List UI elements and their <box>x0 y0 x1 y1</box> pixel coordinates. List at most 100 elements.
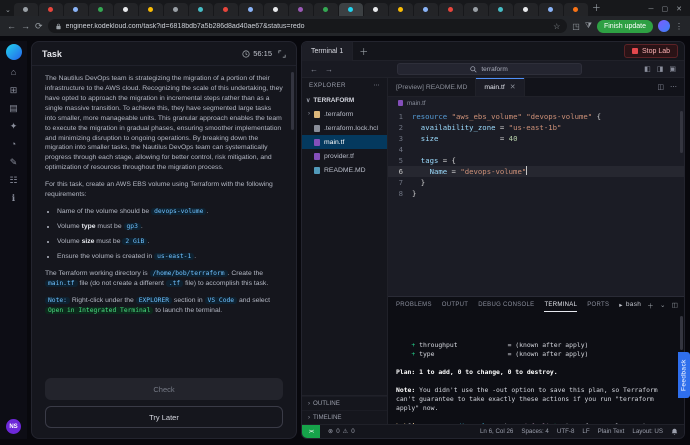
close-icon[interactable]: ✕ <box>676 5 682 13</box>
check-button[interactable]: Check <box>45 378 283 400</box>
browser-tab[interactable] <box>414 3 438 16</box>
notifications-bell-icon[interactable] <box>671 428 678 435</box>
kill-terminal-icon[interactable]: ⊘ <box>684 301 685 309</box>
browser-tab[interactable] <box>39 3 63 16</box>
extension-icon[interactable]: ◳ <box>572 22 580 31</box>
explorer-file[interactable]: .terraform.lock.hcl <box>302 121 387 135</box>
status-item[interactable]: UTF-8 <box>557 428 575 435</box>
sidebar-apps-icon[interactable]: ⊞ <box>10 86 18 95</box>
panel-tab-terminal[interactable]: TERMINAL <box>544 297 577 312</box>
browser-tab[interactable] <box>314 3 338 16</box>
status-item[interactable]: Layout: US <box>632 428 663 435</box>
browser-tab[interactable] <box>139 3 163 16</box>
terminal-scrollbar[interactable] <box>680 316 683 350</box>
split-editor-icon[interactable]: ◫ <box>657 83 664 91</box>
browser-tab[interactable] <box>514 3 538 16</box>
new-terminal-icon[interactable]: ＋ <box>647 300 654 310</box>
breadcrumb[interactable]: main.tf <box>388 97 684 109</box>
sidebar-edit-icon[interactable]: ✎ <box>10 158 18 167</box>
profile-avatar[interactable] <box>658 20 670 32</box>
explorer-section-outline[interactable]: ›OUTLINE <box>302 396 387 410</box>
browser-tab[interactable] <box>114 3 138 16</box>
terminal-dropdown-icon[interactable]: ⌄ <box>660 301 666 309</box>
bookmark-star-icon[interactable]: ☆ <box>553 22 560 31</box>
browser-tab[interactable] <box>564 3 588 16</box>
panel-tab-ports[interactable]: PORTS <box>587 297 609 312</box>
sidebar-info-icon[interactable]: ℹ <box>12 194 15 203</box>
editor-more-icon[interactable]: ⋯ <box>670 83 677 91</box>
forward-icon[interactable]: → <box>21 22 30 31</box>
explorer-file[interactable]: provider.tf <box>302 149 387 163</box>
editor-tab[interactable]: [Preview] README.MD <box>388 78 476 96</box>
browser-tab[interactable] <box>239 3 263 16</box>
back-icon[interactable]: ← <box>7 22 16 31</box>
task-scrollbar[interactable] <box>291 72 294 130</box>
lab-terminal-tab[interactable]: Terminal 1 <box>302 42 353 61</box>
feedback-tab[interactable]: Feedback <box>678 352 690 398</box>
explorer-file[interactable]: README.MD <box>302 163 387 177</box>
kodekloud-logo[interactable] <box>6 44 22 60</box>
new-terminal-tab-button[interactable]: ＋ <box>359 45 368 58</box>
browser-tab[interactable] <box>89 3 113 16</box>
explorer-file[interactable]: ›.terraform <box>302 107 387 121</box>
user-avatar[interactable]: NS <box>6 419 21 434</box>
editor-back-icon[interactable]: ← <box>310 65 318 74</box>
sidebar-modules-icon[interactable]: ☷ <box>9 176 17 185</box>
explorer-file[interactable]: main.tf <box>302 135 387 149</box>
browser-tab[interactable] <box>264 3 288 16</box>
browser-tab[interactable] <box>439 3 463 16</box>
browser-tab[interactable] <box>164 3 188 16</box>
shell-indicator[interactable]: ▸ bash <box>619 301 641 309</box>
browser-tab[interactable] <box>14 3 38 16</box>
terminal-output[interactable]: + throughput = (known after apply) + typ… <box>388 312 684 424</box>
command-center-search[interactable]: terraform <box>397 63 582 75</box>
browser-tab[interactable] <box>364 3 388 16</box>
status-item[interactable]: Plain Text <box>598 428 625 435</box>
finish-update-button[interactable]: Finish update <box>597 20 653 33</box>
panel-tab-debug-console[interactable]: DEBUG CONSOLE <box>478 297 534 312</box>
reload-icon[interactable]: ⟳ <box>35 22 43 31</box>
panel-tab-problems[interactable]: PROBLEMS <box>396 297 432 312</box>
minimize-icon[interactable]: ─ <box>649 6 654 13</box>
extensions-puzzle-icon[interactable]: ⧩ <box>585 21 592 31</box>
explorer-section-timeline[interactable]: ›TIMELINE <box>302 410 387 424</box>
explorer-section-terraform[interactable]: ∨ TERRAFORM <box>302 93 387 107</box>
sidebar-clock-icon[interactable]: ◔ <box>11 140 16 149</box>
sidebar-star-icon[interactable]: ✦ <box>10 122 18 131</box>
browser-tab[interactable] <box>189 3 213 16</box>
expand-icon[interactable] <box>278 50 286 58</box>
explorer-more-icon[interactable]: ⋯ <box>373 82 380 89</box>
browser-tab[interactable] <box>289 3 313 16</box>
panel-tab-output[interactable]: OUTPUT <box>442 297 468 312</box>
layout-icon[interactable]: ▣ <box>669 65 676 73</box>
stop-lab-button[interactable]: Stop Lab <box>624 44 678 58</box>
browser-tab[interactable] <box>64 3 88 16</box>
status-item[interactable]: Spaces: 4 <box>521 428 549 435</box>
browser-tab[interactable] <box>389 3 413 16</box>
close-tab-icon[interactable]: ✕ <box>510 83 516 91</box>
browser-tab[interactable] <box>539 3 563 16</box>
editor-forward-icon[interactable]: → <box>325 65 333 74</box>
problems-status[interactable]: ⊗ 0 ⚠ 0 <box>328 428 355 435</box>
browser-tab[interactable] <box>339 3 363 16</box>
browser-tab[interactable] <box>214 3 238 16</box>
editor-tab[interactable]: main.tf✕ <box>476 78 524 96</box>
tab-search-icon[interactable]: ⌄ <box>5 6 11 14</box>
address-bar[interactable]: engineer.kodekloud.com/task?id=6818bdb7a… <box>48 19 568 33</box>
maximize-icon[interactable]: ▢ <box>662 5 669 13</box>
try-later-button[interactable]: Try Later <box>45 406 283 428</box>
editor-scrollbar[interactable] <box>680 111 683 153</box>
status-item[interactable]: Ln 6, Col 26 <box>480 428 513 435</box>
status-item[interactable]: LF <box>582 428 589 435</box>
remote-indicator[interactable]: >< <box>302 425 320 438</box>
sidebar-home-icon[interactable]: ⌂ <box>11 68 16 77</box>
toggle-panel-icon[interactable]: ◨ <box>657 65 664 73</box>
sidebar-docs-icon[interactable]: ▤ <box>9 104 18 113</box>
browser-tab[interactable] <box>489 3 513 16</box>
split-terminal-icon[interactable]: ◫ <box>672 301 678 309</box>
browser-tab[interactable] <box>464 3 488 16</box>
new-tab-button[interactable]: ＋ <box>592 1 601 14</box>
browser-menu-icon[interactable]: ⋮ <box>675 22 683 31</box>
code-editor[interactable]: 1resource "aws_ebs_volume" "devops-volum… <box>388 109 684 296</box>
toggle-sidebar-icon[interactable]: ◧ <box>644 65 651 73</box>
